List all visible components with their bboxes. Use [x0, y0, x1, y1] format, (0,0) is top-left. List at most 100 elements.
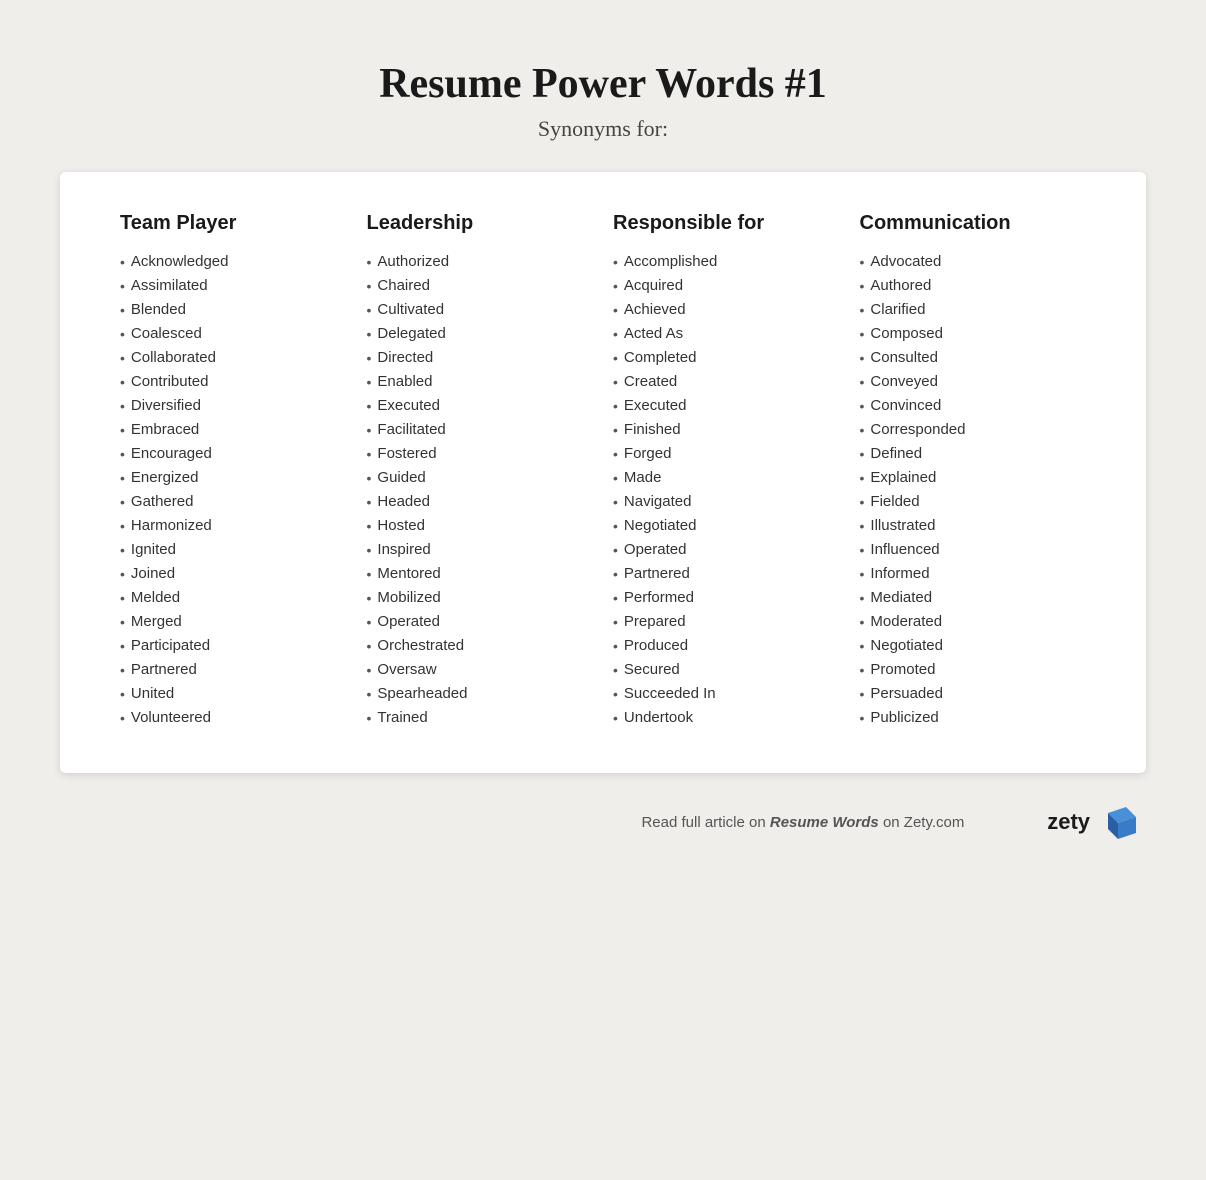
list-item: Assimilated: [120, 277, 347, 294]
list-item: Explained: [860, 469, 1087, 486]
list-item: Facilitated: [367, 421, 594, 438]
list-item: Completed: [613, 349, 840, 366]
list-item: Partnered: [613, 565, 840, 582]
list-item: Contributed: [120, 373, 347, 390]
word-list-2: AccomplishedAcquiredAchievedActed AsComp…: [613, 253, 840, 726]
list-item: Collaborated: [120, 349, 347, 366]
list-item: Fielded: [860, 493, 1087, 510]
columns-grid: Team Player Acknowledged Assimilated Blende…: [110, 212, 1096, 733]
column-header-0: Team Player: [120, 212, 347, 235]
list-item: Finished: [613, 421, 840, 438]
list-item: Partnered: [120, 661, 347, 678]
list-item: Blended: [120, 301, 347, 318]
list-item: Fostered: [367, 445, 594, 462]
zety-logo: zety: [1047, 803, 1136, 841]
page-subtitle: Synonyms for:: [538, 116, 668, 142]
list-item: Guided: [367, 469, 594, 486]
list-item: Informed: [860, 565, 1087, 582]
column-2: Responsible forAccomplishedAcquiredAchie…: [603, 212, 850, 733]
list-item: Prepared: [613, 613, 840, 630]
list-item: Executed: [367, 397, 594, 414]
list-item: Ignited: [120, 541, 347, 558]
list-item: Moderated: [860, 613, 1087, 630]
list-item: Secured: [613, 661, 840, 678]
list-item: Navigated: [613, 493, 840, 510]
zety-cube-icon: [1098, 803, 1136, 841]
list-item: Composed: [860, 325, 1087, 342]
list-item: Produced: [613, 637, 840, 654]
list-item: Merged: [120, 613, 347, 630]
list-item: Illustrated: [860, 517, 1087, 534]
list-item: Advocated: [860, 253, 1087, 270]
list-item: Acknowledged: [120, 253, 347, 270]
list-item: Authorized: [367, 253, 594, 270]
list-item: Volunteered: [120, 709, 347, 726]
list-item: Embraced: [120, 421, 347, 438]
list-item: Clarified: [860, 301, 1087, 318]
list-item: Persuaded: [860, 685, 1087, 702]
list-item: Succeeded In: [613, 685, 840, 702]
list-item: Created: [613, 373, 840, 390]
list-item: Mentored: [367, 565, 594, 582]
footer-text: Read full article on Resume Words on Zet…: [559, 814, 1048, 831]
list-item: Headed: [367, 493, 594, 510]
list-item: Diversified: [120, 397, 347, 414]
list-item: Negotiated: [860, 637, 1087, 654]
list-item: United: [120, 685, 347, 702]
list-item: Convinced: [860, 397, 1087, 414]
list-item: Trained: [367, 709, 594, 726]
column-header-3: Communication: [860, 212, 1087, 235]
list-item: Harmonized: [120, 517, 347, 534]
content-card: Team Player Acknowledged Assimilated Blende…: [60, 172, 1146, 773]
list-item: Joined: [120, 565, 347, 582]
list-item: Coalesced: [120, 325, 347, 342]
list-item: Executed: [613, 397, 840, 414]
list-item: Energized: [120, 469, 347, 486]
column-3: Communication Advocated Authored Clarified C…: [850, 212, 1097, 733]
list-item: Consulted: [860, 349, 1087, 366]
list-item: Orchestrated: [367, 637, 594, 654]
list-item: Melded: [120, 589, 347, 606]
column-1: Leadership Authorized Chaired Cultivated Del…: [357, 212, 604, 733]
list-item: Enabled: [367, 373, 594, 390]
word-list-1: Authorized Chaired Cultivated Delegated Dire…: [367, 253, 594, 726]
list-item: Influenced: [860, 541, 1087, 558]
column-header-2: Responsible for: [613, 212, 840, 235]
list-item: Made: [613, 469, 840, 486]
column-header-1: Leadership: [367, 212, 594, 235]
list-item: Encouraged: [120, 445, 347, 462]
list-item: Mobilized: [367, 589, 594, 606]
word-list-3: Advocated Authored Clarified Composed Consul…: [860, 253, 1087, 726]
list-item: Gathered: [120, 493, 347, 510]
column-0: Team Player Acknowledged Assimilated Blende…: [110, 212, 357, 733]
list-item: Conveyed: [860, 373, 1087, 390]
list-item: Oversaw: [367, 661, 594, 678]
list-item: Publicized: [860, 709, 1087, 726]
list-item: Undertook: [613, 709, 840, 726]
page-title: Resume Power Words #1: [379, 60, 827, 108]
word-list-0: Acknowledged Assimilated Blended Coalesced C…: [120, 253, 347, 726]
list-item: Chaired: [367, 277, 594, 294]
list-item: Forged: [613, 445, 840, 462]
list-item: Promoted: [860, 661, 1087, 678]
list-item: Operated: [367, 613, 594, 630]
list-item: Participated: [120, 637, 347, 654]
list-item: Operated: [613, 541, 840, 558]
list-item: Delegated: [367, 325, 594, 342]
list-item: Corresponded: [860, 421, 1087, 438]
list-item: Acquired: [613, 277, 840, 294]
list-item: Acted As: [613, 325, 840, 342]
list-item: Cultivated: [367, 301, 594, 318]
list-item: Directed: [367, 349, 594, 366]
list-item: Hosted: [367, 517, 594, 534]
list-item: Negotiated: [613, 517, 840, 534]
list-item: Inspired: [367, 541, 594, 558]
zety-brand-text: zety: [1047, 809, 1090, 835]
list-item: Performed: [613, 589, 840, 606]
list-item: Mediated: [860, 589, 1087, 606]
list-item: Accomplished: [613, 253, 840, 270]
footer: Read full article on Resume Words on Zet…: [60, 803, 1146, 841]
list-item: Defined: [860, 445, 1087, 462]
list-item: Spearheaded: [367, 685, 594, 702]
list-item: Authored: [860, 277, 1087, 294]
